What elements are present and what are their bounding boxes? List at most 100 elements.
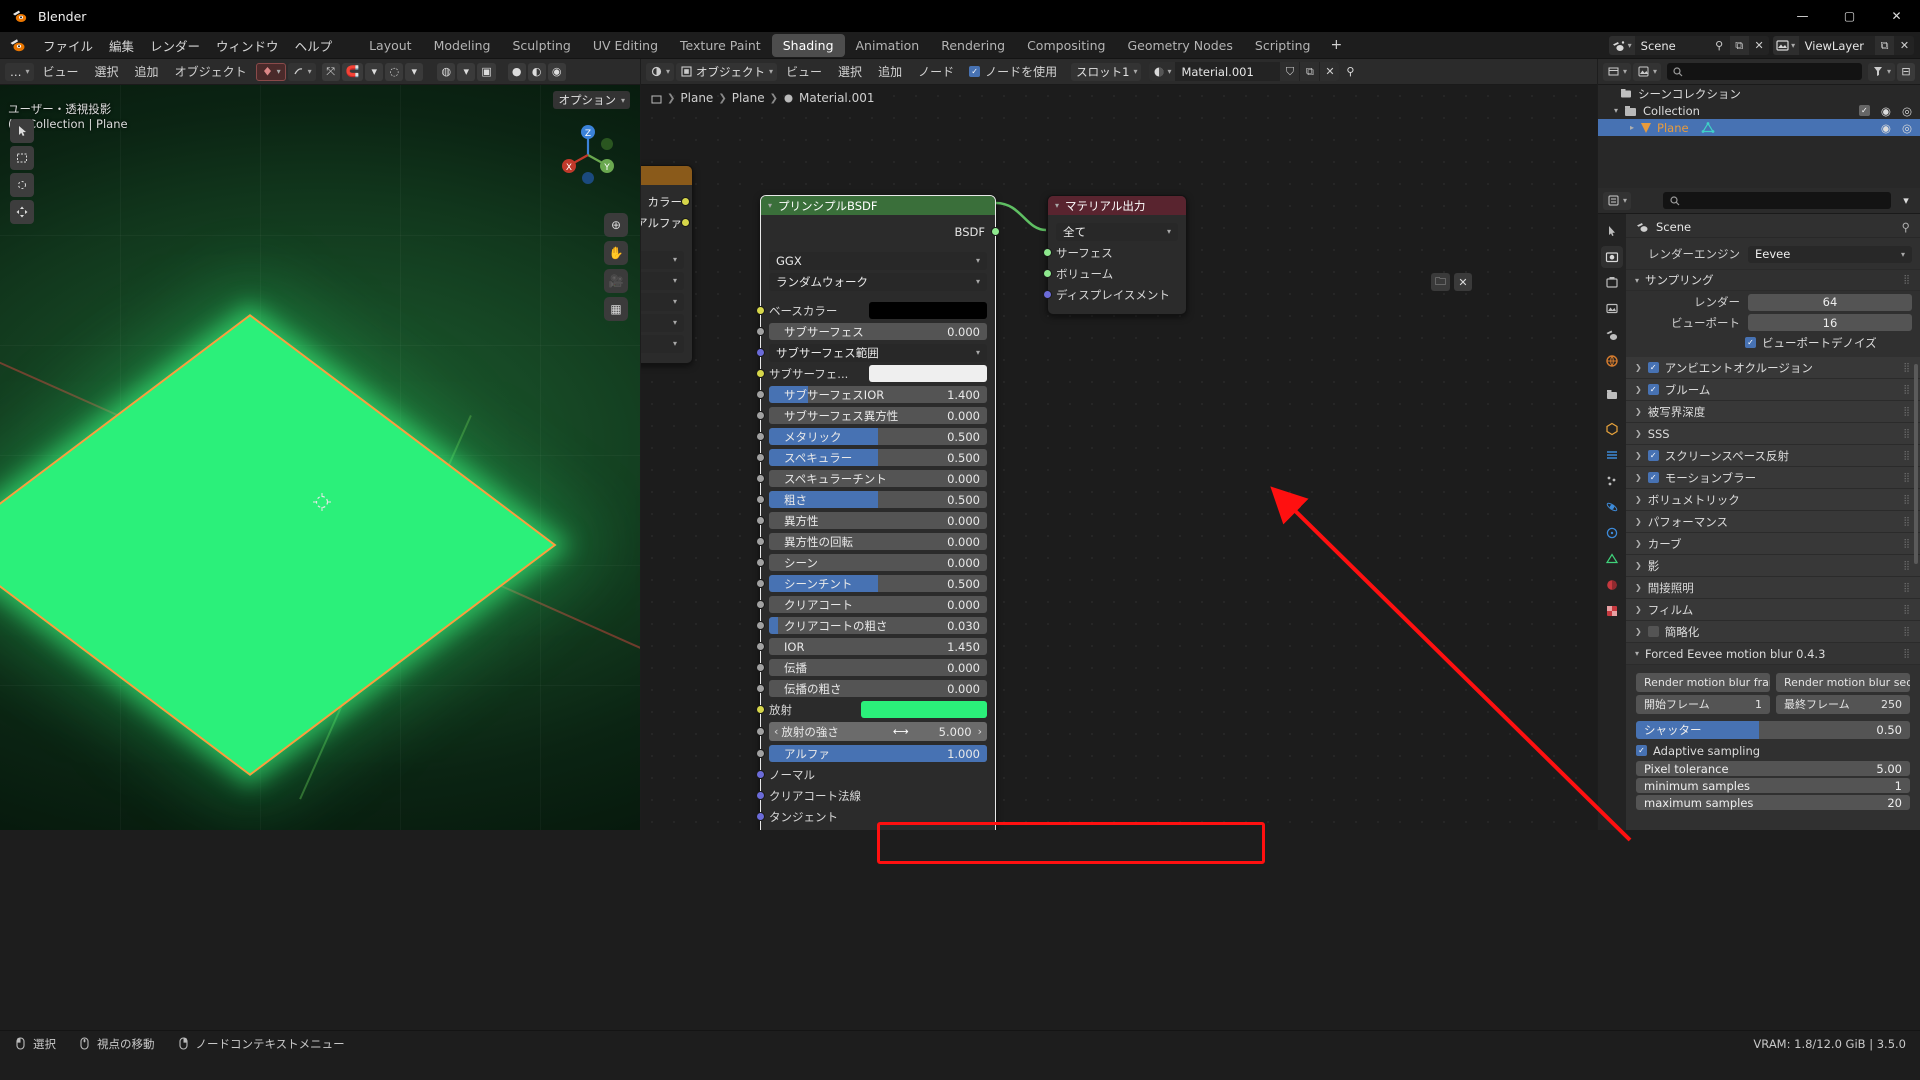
tab-layout[interactable]: Layout [358,34,423,57]
node-input-specular[interactable]: スペキュラー 0.500 [756,448,987,467]
shading-solid-icon[interactable]: ● [507,62,526,81]
node-input-roughness[interactable]: 粗さ 0.500 [756,490,987,509]
menu-help[interactable]: ヘルプ [287,33,341,58]
socket-subsurface[interactable] [756,327,765,336]
fake-user-shield-icon[interactable]: ⛉ [1280,62,1300,81]
sampling-viewport-row[interactable]: ビューポート 16 [1626,313,1920,332]
socket-anisotropic[interactable] [756,516,765,525]
outliner-restriction-toggle[interactable]: ⊟ [1897,62,1915,81]
socket-transmission[interactable] [756,663,765,672]
image-unlink-icon[interactable]: ✕ [1454,273,1472,291]
panel-forced-eevee-motion-blur[interactable]: ▾ Forced Eevee motion blur 0.4.3 ⣿ [1626,643,1920,665]
tab-geometry-nodes[interactable]: Geometry Nodes [1116,34,1243,57]
tab-object-icon[interactable] [1601,418,1623,440]
socket-bsdf-out[interactable] [991,227,1000,236]
tab-physics-icon[interactable] [1601,496,1623,518]
socket-tangent[interactable] [756,812,765,821]
panel-indirect-lighting[interactable]: ❯ 間接照明 ⣿ [1626,577,1920,599]
properties-search-input[interactable] [1663,192,1891,209]
socket-clearcoat-roughness[interactable] [756,621,765,630]
shading-material-icon[interactable]: ◐ [527,62,546,81]
tool-select-box-icon[interactable] [10,146,34,170]
node-collapse-chevron-icon[interactable]: ▾ [768,201,772,210]
tab-collection-icon[interactable] [1601,384,1623,406]
ortho-persp-icon[interactable]: ▦ [604,297,628,321]
material-pin-icon[interactable]: ⚲ [1341,63,1359,81]
viewport-denoise-checkbox[interactable]: ✓ [1745,337,1756,348]
outliner-search-input[interactable] [1667,63,1862,80]
close-button[interactable]: ✕ [1873,0,1920,32]
node-input-subsurface-radius[interactable]: サブサーフェス範囲 ▾ [756,343,987,362]
tab-modifiers-icon[interactable] [1601,444,1623,466]
node-input-emission-strength[interactable]: ‹ 放射の強さ ⟷ 5.000 › [756,721,987,742]
viewport-menu-view[interactable]: ビュー [36,61,86,82]
viewport-canvas[interactable]: ユーザー・透視投影 (1) Collection | Plane Z Y X ⊕… [0,85,640,830]
shader-menu-node[interactable]: ノード [911,61,961,82]
minimum-samples-row[interactable]: minimum samples 1 [1626,777,1920,794]
node-input-base-color[interactable]: ベースカラー [756,301,987,320]
socket-roughness[interactable] [756,495,765,504]
adaptive-sampling-checkbox[interactable]: ✓ [1636,745,1647,756]
panel-depth-of-field[interactable]: ❯ 被写界深度 ⣿ [1626,401,1920,423]
socket-ior[interactable] [756,642,765,651]
collection-camera-icon[interactable]: ◎ [1902,104,1912,118]
node-header-material-output[interactable]: ▾ マテリアル出力 [1048,196,1186,215]
plane-expand-icon[interactable]: ▸ [1630,123,1634,132]
panel-film[interactable]: ❯ フィルム ⣿ [1626,599,1920,621]
tab-scene-icon[interactable] [1601,324,1623,346]
tab-constraints-icon[interactable] [1601,522,1623,544]
transform-pivot-icon[interactable]: ⤧ [321,62,340,81]
maximize-button[interactable]: ▢ [1826,0,1873,32]
socket-sheen-tint[interactable] [756,579,765,588]
socket-displacement[interactable] [1043,290,1052,299]
swatch-base-color[interactable] [869,302,987,319]
add-workspace-button[interactable]: + [1321,35,1351,55]
viewport-shading-selector[interactable]: ▾ [287,62,316,81]
material-datablock[interactable]: ▾ Material.001 ⛉ ⧉ ✕ [1149,62,1340,81]
panel-motion-blur[interactable]: ❯ ✓ モーションブラー ⣿ [1626,467,1920,489]
socket-anisotropic-rotation[interactable] [756,537,765,546]
viewport-denoise-row[interactable]: ✓ ビューポートデノイズ [1626,332,1920,353]
collection-expand-icon[interactable]: ▾ [1614,106,1618,115]
node-dropdown-subsurface-method[interactable]: ランダムウォーク ▾ [769,272,987,291]
node-input-subsurface-ior[interactable]: サブサーフェスIOR 1.400 [756,385,987,404]
swatch-subsurface-color[interactable] [869,365,987,382]
tab-object-data-icon[interactable] [1601,548,1623,570]
partial-node[interactable]: カラー アルファ ▾ ▾ ▾ ▾ ▾ [641,165,693,364]
simplify-checkbox[interactable] [1647,626,1659,637]
render-engine-row[interactable]: レンダーエンジン Eevee ▾ [1626,243,1920,265]
bloom-checkbox[interactable]: ✓ [1647,384,1659,395]
node-input-metallic[interactable]: メタリック 0.500 [756,427,987,446]
end-frame-field[interactable]: 最終フレーム 250 [1776,694,1910,714]
emission-strength-increment-arrow[interactable]: › [978,725,982,738]
partial-node-row-color[interactable]: カラー [641,192,690,211]
node-header-principled[interactable]: ▾ プリンシプルBSDF [761,196,995,215]
socket-subsurface-anisotropy[interactable] [756,411,765,420]
panel-volumetrics[interactable]: ❯ ボリュメトリック ⣿ [1626,489,1920,511]
node-input-normal[interactable]: ノーマル [756,765,987,784]
plane-eye-icon[interactable]: ◉ [1881,121,1891,135]
material-name[interactable]: Material.001 [1175,65,1279,79]
breadcrumb-material[interactable]: Material.001 [799,91,874,105]
object-mode-selector[interactable]: ▾ [255,62,286,81]
outliner-display-mode-selector[interactable]: ▾ [1603,62,1632,81]
motion-blur-checkbox[interactable]: ✓ [1647,472,1659,483]
use-nodes-toggle[interactable]: ✓ ノードを使用 [963,63,1057,80]
pixel-tolerance-row[interactable]: Pixel tolerance 5.00 [1626,760,1920,777]
socket-subsurface-ior[interactable] [756,390,765,399]
node-input-clearcoat-normal[interactable]: クリアコート法線 [756,786,987,805]
panel-shadows[interactable]: ❯ 影 ⣿ [1626,555,1920,577]
viewport-menu-add[interactable]: 追加 [128,61,166,82]
node-collapse-chevron-output-icon[interactable]: ▾ [1055,201,1059,210]
tab-sculpting[interactable]: Sculpting [501,34,581,57]
node-input-transmission-roughness[interactable]: 伝播の粗さ 0.000 [756,679,987,698]
viewlayer-datablock[interactable]: ▾ ViewLayer ⧉ ✕ [1772,36,1914,55]
node-input-volume[interactable]: ボリューム [1043,264,1178,283]
overlay-dropdown-icon[interactable]: ▾ [457,62,476,81]
viewlayer-remove-button[interactable]: ✕ [1895,36,1914,55]
socket-subsurface-radius[interactable] [756,348,765,357]
panel-sss[interactable]: ❯ SSS ⣿ [1626,423,1920,445]
image-browse-icon[interactable]: 🗀 [1431,273,1450,291]
editor-type-selector[interactable]: … ▾ [5,62,34,81]
node-dropdown-target[interactable]: 全て ▾ [1056,222,1178,241]
